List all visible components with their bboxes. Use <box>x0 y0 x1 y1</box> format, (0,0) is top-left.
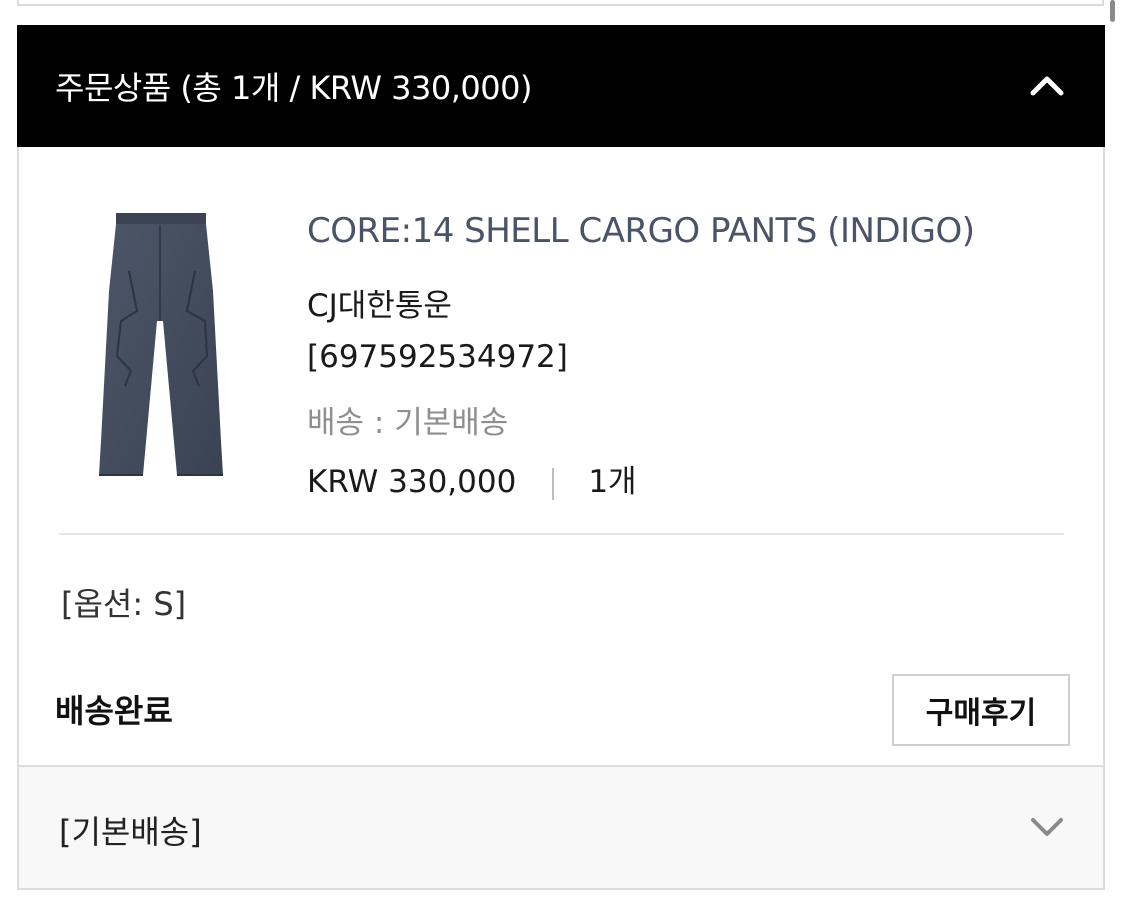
product-image[interactable] <box>97 211 227 479</box>
courier-name: CJ대한통운 <box>307 288 452 324</box>
tracking-number[interactable]: [697592534972] <box>307 339 568 375</box>
price-quantity-separator <box>552 467 555 500</box>
delivery-status: 배송완료 <box>55 692 173 730</box>
order-items-title: 주문상품 (총 1개 / KRW 330,000) <box>55 69 533 107</box>
shipping-method: 배송 : 기본배송 <box>307 405 509 441</box>
order-items-panel: 주문상품 (총 1개 / KRW 330,000) CORE:14 SHELL … <box>17 25 1105 890</box>
write-review-button[interactable]: 구매후기 <box>892 674 1070 746</box>
product-name[interactable]: CORE:14 SHELL CARGO PANTS (INDIGO) <box>307 211 975 251</box>
product-price: KRW 330,000 <box>307 464 517 500</box>
price-quantity-row: KRW 330,000 1개 <box>307 456 637 501</box>
product-quantity: 1개 <box>588 464 637 500</box>
shipping-group-label: [기본배송] <box>59 813 202 851</box>
previous-section-edge <box>17 0 1104 6</box>
order-items-header[interactable]: 주문상품 (총 1개 / KRW 330,000) <box>17 25 1105 147</box>
product-option: [옵션: S] <box>61 585 187 623</box>
chevron-down-icon[interactable] <box>1027 812 1067 842</box>
scrollbar-thumb[interactable] <box>1110 0 1115 22</box>
chevron-up-icon[interactable] <box>1027 66 1067 106</box>
shipping-group-header[interactable]: [기본배송] <box>17 765 1105 890</box>
divider <box>59 533 1064 535</box>
